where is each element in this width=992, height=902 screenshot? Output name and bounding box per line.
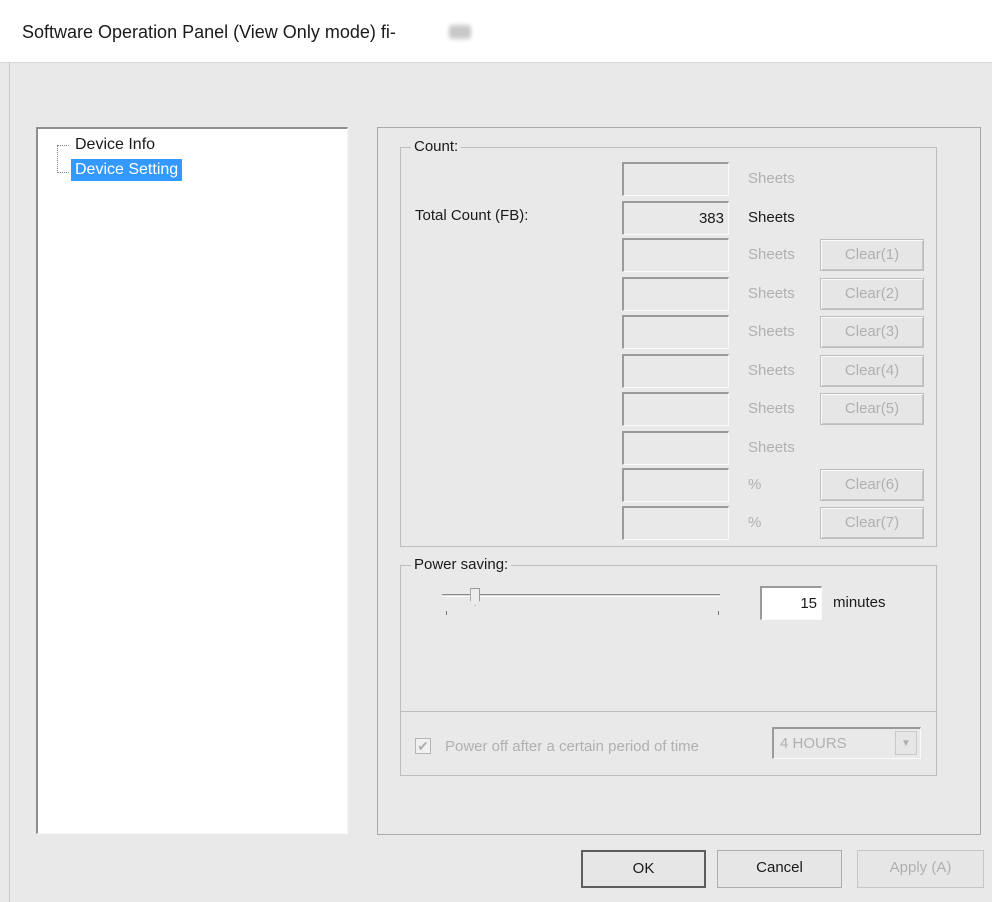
clear-button[interactable]: Clear(6) — [820, 469, 924, 501]
clear-button[interactable]: Clear(3) — [820, 316, 924, 348]
tree-connector — [57, 145, 69, 146]
power-saving-minutes-field[interactable]: 15 — [760, 586, 822, 620]
count-unit-label: Sheets — [748, 323, 795, 340]
chevron-down-icon[interactable]: ▼ — [895, 731, 917, 755]
count-unit-label: Sheets — [748, 170, 795, 187]
redacted-model-name — [449, 25, 471, 39]
count-unit-label: Sheets — [748, 246, 795, 263]
count-value-field — [622, 468, 729, 502]
count-unit-label: % — [748, 476, 762, 493]
count-value-field — [622, 431, 729, 465]
power-group-divider — [400, 711, 937, 712]
apply-button[interactable]: Apply (A) — [857, 850, 984, 888]
tree-connector — [57, 145, 58, 173]
window-title: Software Operation Panel (View Only mode… — [22, 22, 396, 42]
count-unit-label: Sheets — [748, 439, 795, 456]
ok-button[interactable]: OK — [581, 850, 706, 888]
count-value-field — [622, 392, 729, 426]
count-value-field — [622, 162, 729, 196]
count-value-field — [622, 506, 729, 540]
tree-item-device-info[interactable]: Device Info — [73, 135, 157, 155]
count-unit-label: Sheets — [748, 285, 795, 302]
count-unit-label: Sheets — [748, 400, 795, 417]
total-count-label: Total Count (FB): — [415, 207, 529, 224]
clear-button[interactable]: Clear(5) — [820, 393, 924, 425]
window-border — [9, 62, 10, 902]
power-off-label: Power off after a certain period of time — [445, 738, 700, 755]
power-off-checkbox[interactable]: ✔ — [415, 738, 431, 754]
clear-button[interactable]: Clear(4) — [820, 355, 924, 387]
slider-tick — [718, 611, 719, 615]
power-saving-label: Power saving: — [411, 556, 512, 573]
count-unit-label: Sheets — [748, 362, 795, 379]
count-group-label: Count: — [411, 138, 462, 155]
count-unit-label: Sheets — [748, 209, 795, 226]
slider-tick — [446, 611, 447, 615]
tree-item-device-setting[interactable]: Device Setting — [71, 159, 183, 181]
check-icon: ✔ — [417, 738, 429, 754]
count-value-field — [622, 238, 729, 272]
clear-button[interactable]: Clear(7) — [820, 507, 924, 539]
clear-button[interactable]: Clear(2) — [820, 278, 924, 310]
count-value-field — [622, 354, 729, 388]
cancel-button[interactable]: Cancel — [717, 850, 842, 888]
count-value-field — [622, 315, 729, 349]
clear-button[interactable]: Clear(1) — [820, 239, 924, 271]
power-saving-slider-track[interactable] — [442, 594, 720, 597]
tree-connector — [57, 172, 69, 173]
count-unit-label: % — [748, 514, 762, 531]
navigation-tree[interactable] — [36, 127, 348, 834]
power-off-hours-value: 4 HOURS — [780, 735, 847, 752]
count-value-field: 383 — [622, 201, 729, 235]
count-value-field — [622, 277, 729, 311]
minutes-unit-label: minutes — [833, 594, 886, 611]
